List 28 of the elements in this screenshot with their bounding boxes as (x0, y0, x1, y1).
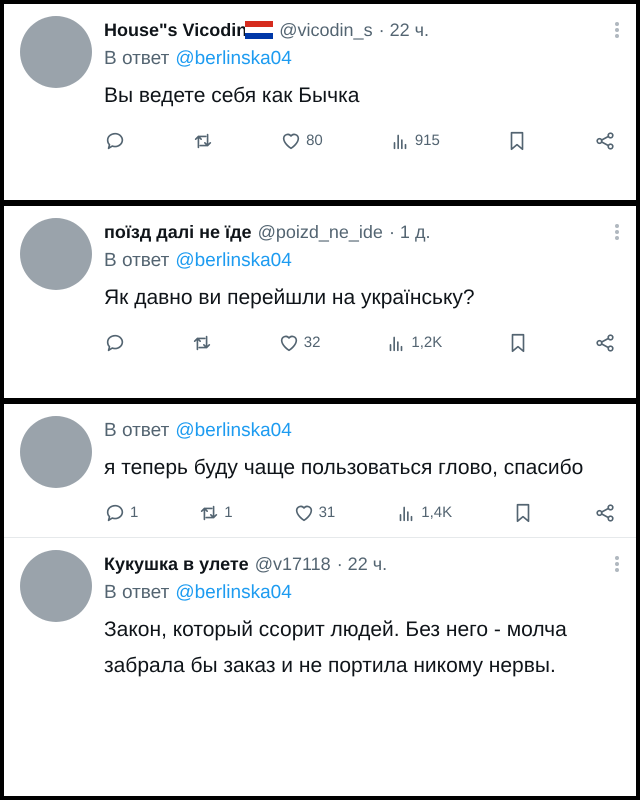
tweet-text: Як давно ви перейшли на українську? (104, 285, 476, 311)
reply-label: В ответ (104, 580, 170, 604)
display-name[interactable]: House"s Vicodin (104, 16, 248, 44)
post-time: · 22 ч. (378, 19, 429, 42)
tweet-text: Вы ведете себя как Бычка (104, 83, 360, 109)
post-time: · 22 ч. (336, 552, 388, 576)
action-count: 915 (414, 131, 440, 151)
username-handle[interactable]: @v17118 (254, 550, 331, 578)
tweet-text: я теперь буду чаще пользоваться глово, спасибо (104, 455, 584, 481)
reply-label: В ответ (104, 47, 170, 71)
action-count: 1,2K (411, 333, 442, 353)
username-handle[interactable]: @poizd_ne_ide (258, 218, 383, 246)
share-icon[interactable] (594, 130, 616, 152)
share-icon[interactable] (594, 332, 616, 354)
action-count: 1,4K (421, 503, 452, 523)
username-handle[interactable]: @vicodin_s (279, 16, 373, 44)
action-count: 32 (304, 333, 320, 353)
reply-label: В ответ (104, 249, 170, 273)
reply-label: В ответ (104, 419, 170, 443)
tweet-text: Закон, который ссорит людей. Без него - молча забрала бы заказ и не портила никому нервы. (104, 616, 568, 678)
share-icon[interactable] (594, 502, 616, 524)
action-count: 1 (130, 503, 138, 523)
action-count: 31 (318, 503, 336, 523)
display-name[interactable]: поїзд далі не їде (104, 218, 252, 246)
action-count: 1 (224, 503, 233, 523)
post-time: · 1 д. (388, 221, 430, 244)
display-name[interactable]: Кукушка в улете (104, 550, 249, 578)
action-count: 80 (306, 131, 323, 151)
